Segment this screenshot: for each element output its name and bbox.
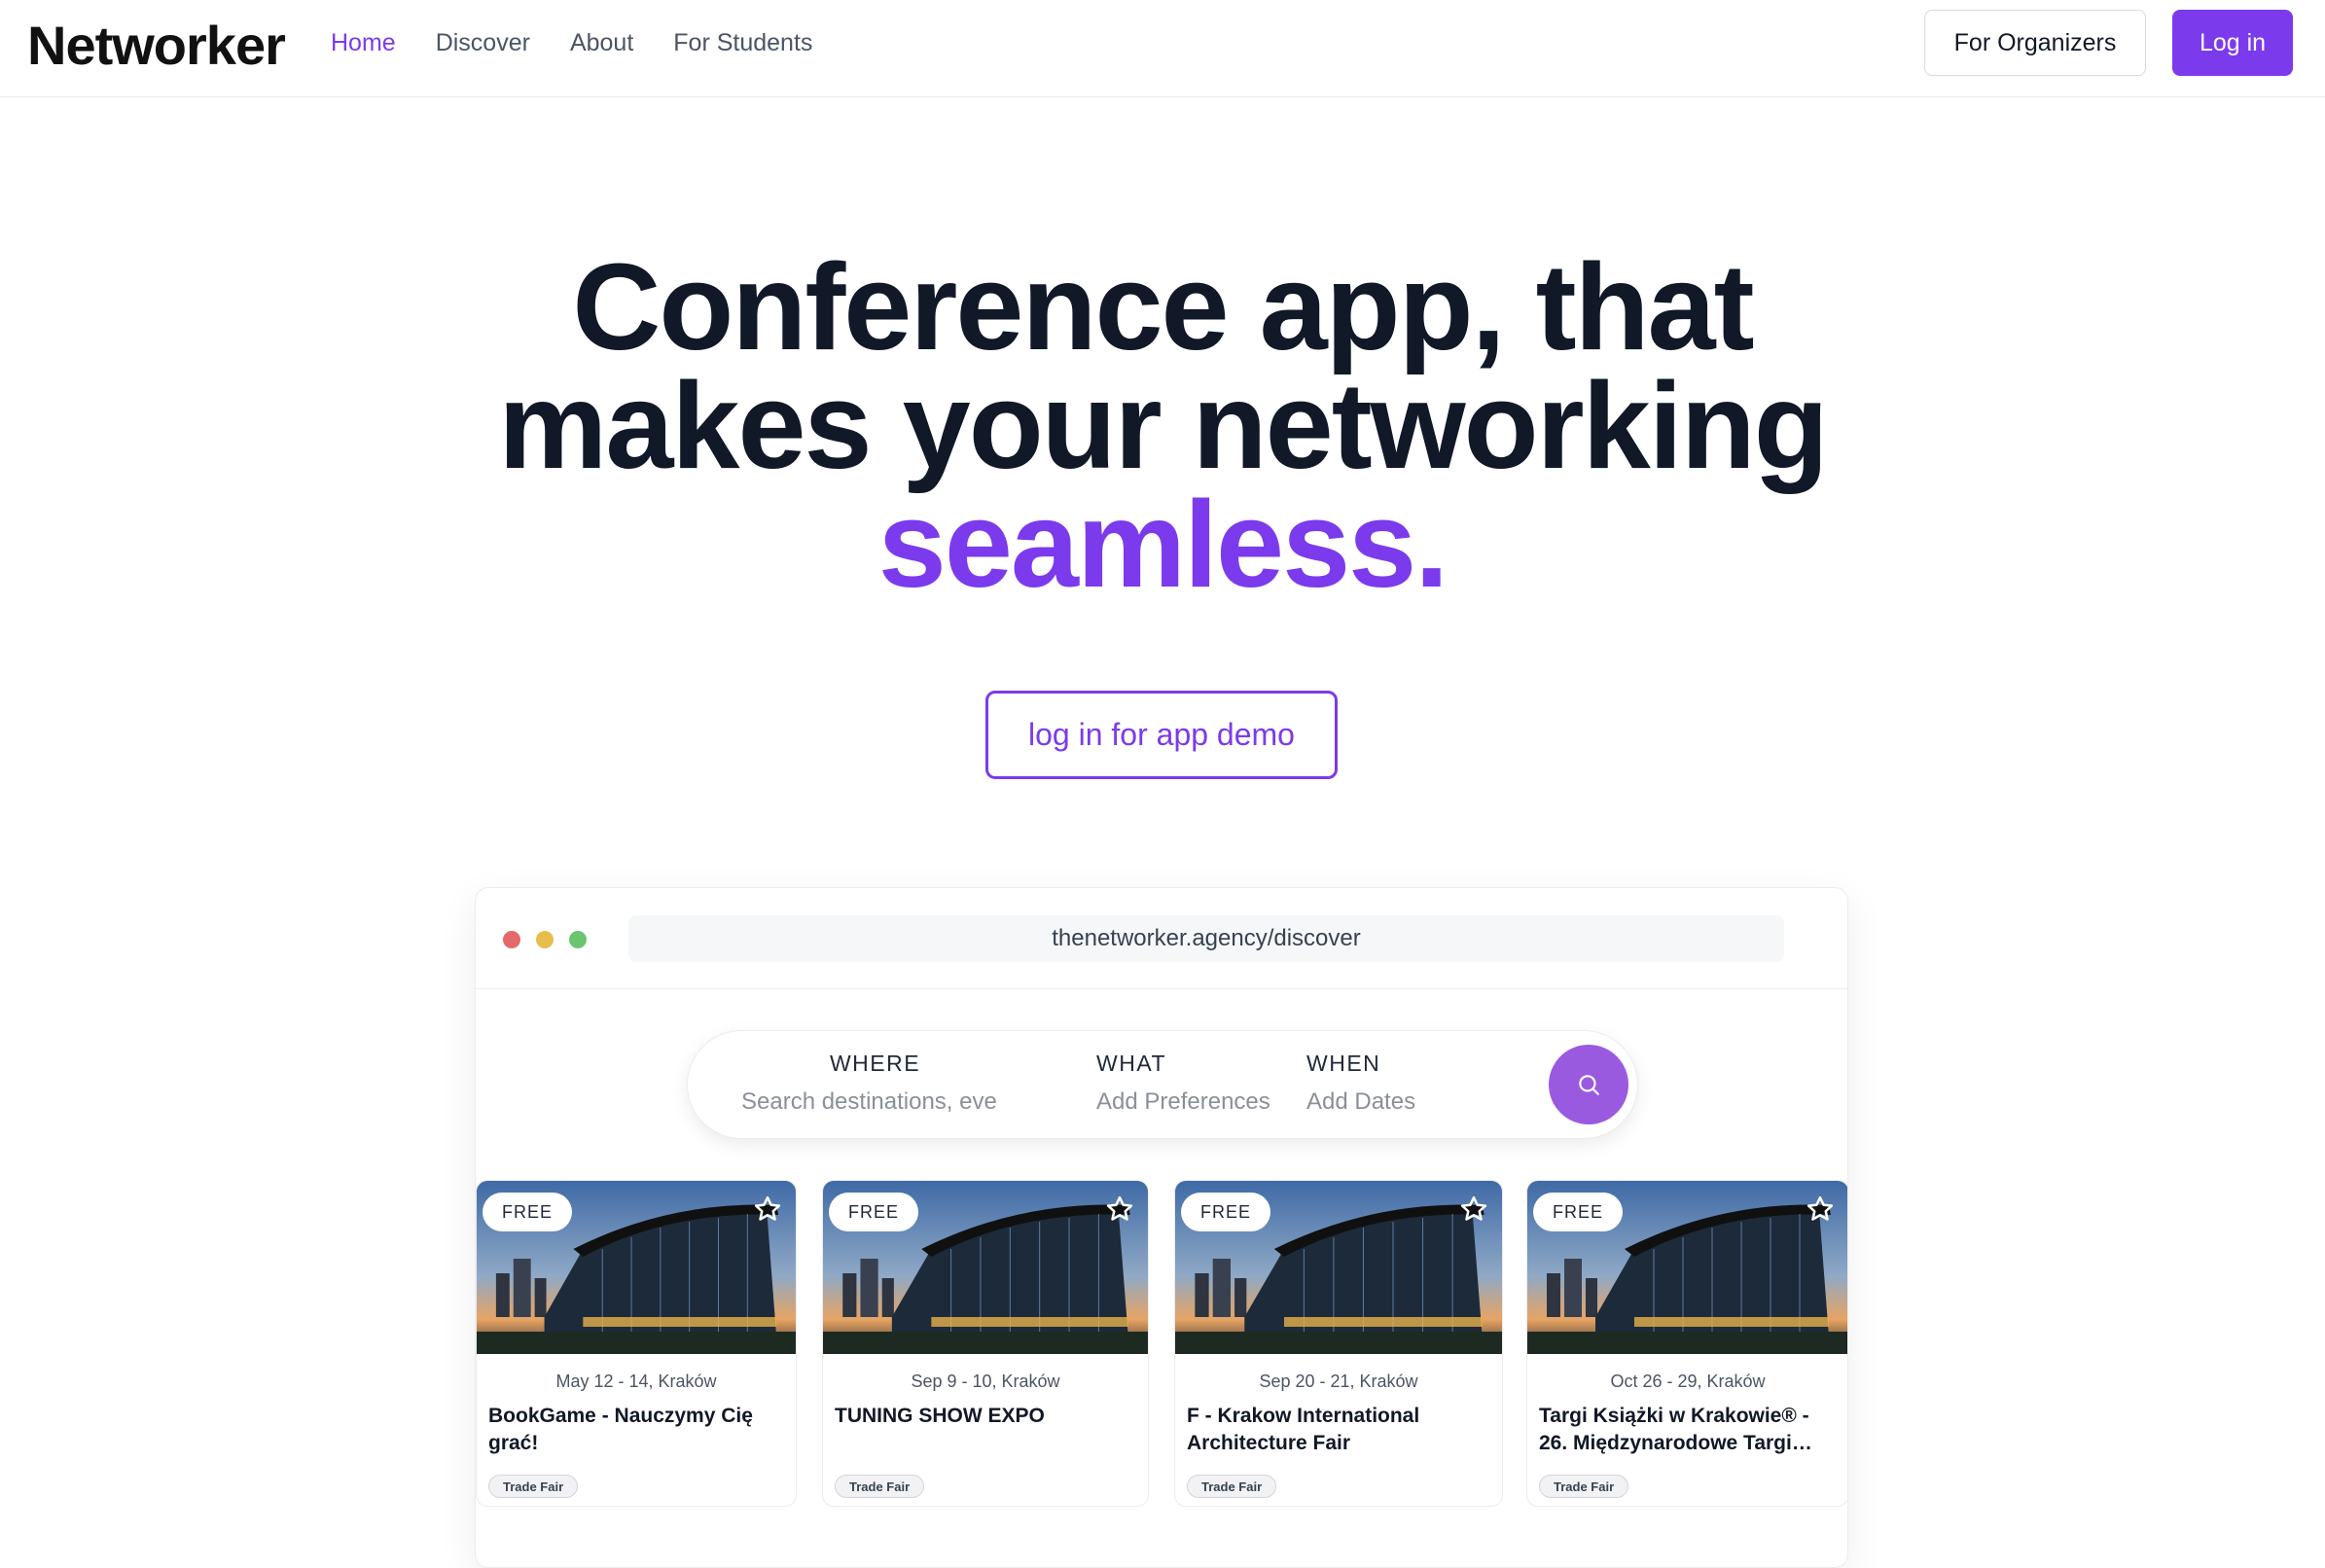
- main-nav: Home Discover About For Students: [331, 29, 812, 57]
- window-minimize-dot: [536, 931, 554, 948]
- nav-link-about[interactable]: About: [570, 29, 633, 57]
- when-field[interactable]: WHEN Add Dates: [1306, 1051, 1415, 1116]
- what-field[interactable]: WHAT Add Preferences: [1096, 1051, 1270, 1116]
- event-category-tag: Trade Fair: [835, 1475, 925, 1498]
- event-title[interactable]: F - Krakow International Architecture Fa…: [1187, 1403, 1490, 1457]
- search-icon: [1579, 1075, 1599, 1095]
- event-card[interactable]: FREE Oct 26 - 29, Kraków Targi Książki w…: [1526, 1180, 1847, 1507]
- event-card[interactable]: FREE Sep 9 - 10, Kraków TUNING SHOW EXPO…: [822, 1180, 1149, 1507]
- hero-headline-line-1: Conference app, that: [572, 238, 1754, 375]
- window-close-dot: [503, 931, 520, 948]
- browser-mockup: thenetworker.agency/discover WHERE Searc…: [475, 887, 1848, 1568]
- where-label: WHERE: [829, 1051, 921, 1076]
- favorite-star-icon[interactable]: [1806, 1194, 1835, 1224]
- search-bar: WHERE Search destinations, eve WHAT Add …: [687, 1030, 1638, 1139]
- what-label: WHAT: [1096, 1051, 1167, 1076]
- browser-toolbar: thenetworker.agency/discover: [476, 888, 1847, 989]
- event-category-tag: Trade Fair: [1187, 1475, 1277, 1498]
- event-title[interactable]: TUNING SHOW EXPO: [835, 1403, 1136, 1430]
- login-button[interactable]: Log in: [2172, 10, 2293, 76]
- nav-link-for-students[interactable]: For Students: [673, 29, 812, 57]
- favorite-star-icon[interactable]: [1105, 1194, 1134, 1224]
- free-badge: FREE: [483, 1193, 573, 1231]
- event-date: Sep 20 - 21, Kraków: [1259, 1372, 1418, 1391]
- event-title[interactable]: BookGame - Nauczymy Cię grać!: [488, 1403, 784, 1457]
- for-organizers-button[interactable]: For Organizers: [1924, 10, 2146, 76]
- url-bar: thenetworker.agency/discover: [628, 915, 1784, 962]
- favorite-star-icon[interactable]: [753, 1194, 782, 1224]
- when-input[interactable]: Add Dates: [1306, 1088, 1415, 1116]
- where-field[interactable]: WHERE Search destinations, eve: [741, 1051, 1009, 1116]
- what-input[interactable]: Add Preferences: [1096, 1088, 1270, 1116]
- hero-headline-line-2: makes your networking: [498, 357, 1828, 494]
- search-button[interactable]: [1549, 1045, 1628, 1124]
- event-date: Oct 26 - 29, Kraków: [1610, 1372, 1766, 1391]
- nav-link-home[interactable]: Home: [331, 29, 396, 57]
- event-category-tag: Trade Fair: [488, 1475, 579, 1498]
- event-date: May 12 - 14, Kraków: [555, 1372, 717, 1391]
- when-label: WHEN: [1306, 1051, 1381, 1076]
- event-category-tag: Trade Fair: [1539, 1475, 1629, 1498]
- favorite-star-icon[interactable]: [1459, 1194, 1488, 1224]
- top-navbar: Networker Home Discover About For Studen…: [0, 0, 2325, 97]
- event-date: Sep 9 - 10, Kraków: [911, 1372, 1060, 1391]
- event-card-list: FREE May 12 - 14, Kraków BookGame - Nauc…: [476, 1180, 1847, 1511]
- free-badge: FREE: [1533, 1193, 1624, 1231]
- hero-section: Conference app, that makes your networki…: [0, 238, 2325, 613]
- free-badge: FREE: [829, 1193, 919, 1231]
- hero-headline-accent: seamless.: [877, 476, 1449, 613]
- event-card[interactable]: FREE Sep 20 - 21, Kraków F - Krakow Inte…: [1174, 1180, 1503, 1507]
- window-maximize-dot: [569, 931, 587, 948]
- event-title[interactable]: Targi Książki w Krakowie® - 26. Międzyna…: [1539, 1403, 1837, 1457]
- app-demo-login-button[interactable]: log in for app demo: [985, 691, 1338, 779]
- event-card[interactable]: FREE May 12 - 14, Kraków BookGame - Nauc…: [476, 1180, 797, 1507]
- nav-link-discover[interactable]: Discover: [436, 29, 530, 57]
- where-input[interactable]: Search destinations, eve: [741, 1088, 1006, 1116]
- logo[interactable]: Networker: [27, 14, 286, 77]
- free-badge: FREE: [1181, 1193, 1271, 1231]
